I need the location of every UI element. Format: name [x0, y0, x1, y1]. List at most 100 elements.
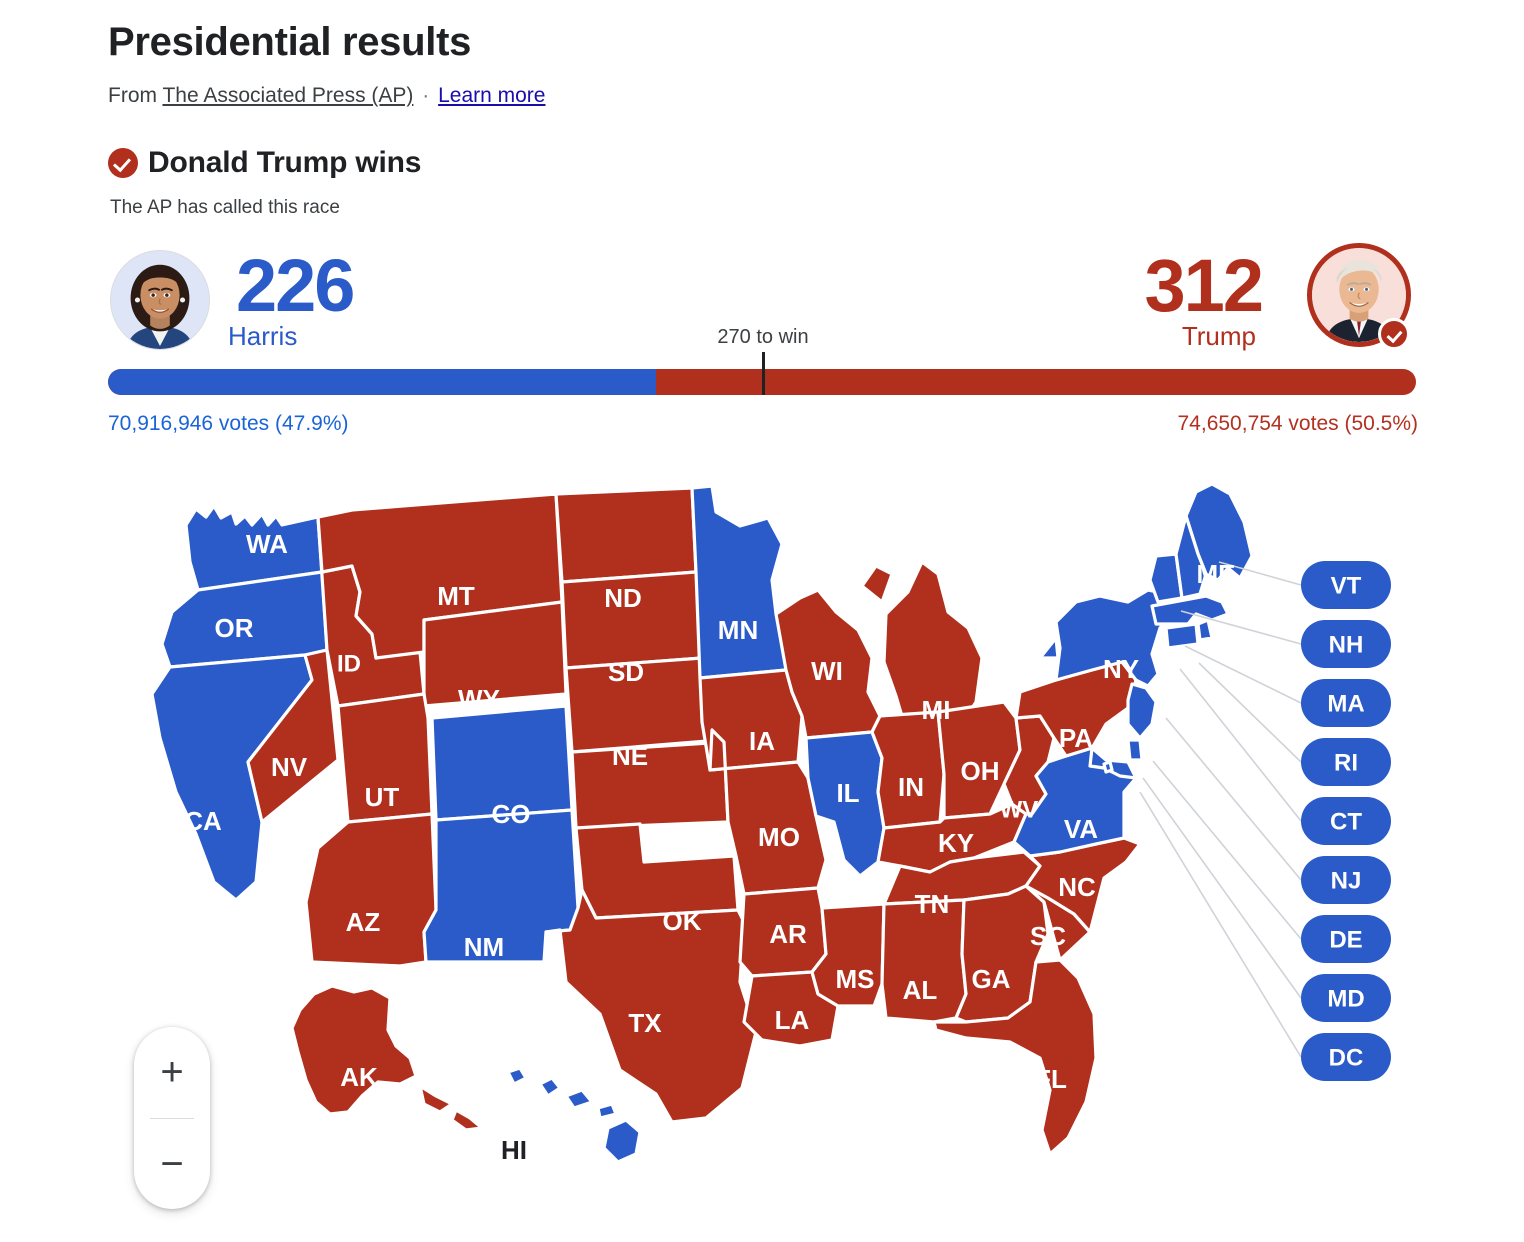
- map-state-label-id: ID: [337, 650, 361, 677]
- results-map[interactable]: WA OR CA NV ID MT WY UT AZ CO NM ND SD NE KS OK TX MN IA MO…: [0, 462, 1524, 1242]
- map-state-label-ia: IA: [749, 726, 775, 756]
- electoral-bar-harris-segment: [108, 369, 656, 395]
- map-state-label-pa: PA: [1059, 723, 1093, 753]
- map-state-label-hi: HI: [501, 1135, 527, 1165]
- map-state-label-ne: NE: [612, 741, 648, 771]
- source-prefix: From: [108, 84, 157, 107]
- source-link[interactable]: The Associated Press (AP): [162, 84, 413, 107]
- callout-pill-label-dc: DC: [1329, 1045, 1364, 1072]
- map-state-label-nc: NC: [1058, 872, 1096, 902]
- map-callout-md[interactable]: MD: [1301, 974, 1391, 1022]
- map-state-label-al: AL: [903, 975, 938, 1005]
- map-state-label-nv: NV: [271, 752, 308, 782]
- winner-headline: Donald Trump wins: [148, 146, 422, 179]
- map-state-mn[interactable]: [690, 484, 792, 680]
- map-state-label-in: IN: [898, 772, 924, 802]
- map-callout-dc[interactable]: DC: [1301, 1033, 1391, 1081]
- map-state-label-az: AZ: [346, 907, 381, 937]
- map-state-label-mo: MO: [758, 822, 800, 852]
- trump-electoral-votes: 312: [1144, 244, 1264, 327]
- map-state-label-ky: KY: [938, 828, 974, 858]
- callout-pill-label-md: MD: [1327, 986, 1364, 1013]
- callout-pill-label-ri: RI: [1334, 750, 1358, 777]
- map-state-nj[interactable]: [1126, 682, 1158, 740]
- map-state-in[interactable]: [870, 710, 946, 830]
- map-state-label-ak: AK: [340, 1062, 378, 1092]
- us-map-svg[interactable]: WA OR CA NV ID MT WY UT AZ CO NM ND SD NE KS OK TX MN IA MO…: [0, 462, 1524, 1242]
- callout-pill-label-ct: CT: [1330, 809, 1362, 836]
- trump-popular-votes: 74,650,754 votes (50.5%): [1177, 412, 1419, 435]
- callout-pill-label-nh: NH: [1329, 632, 1364, 659]
- map-state-label-ok: OK: [663, 906, 702, 936]
- map-state-label-wa: WA: [246, 529, 288, 559]
- map-state-label-oh: OH: [961, 756, 1000, 786]
- map-callout-ct[interactable]: CT: [1301, 797, 1391, 845]
- plus-icon[interactable]: +: [134, 1043, 210, 1101]
- map-state-ks[interactable]: [570, 740, 730, 830]
- map-state-label-wv: WV: [1000, 796, 1039, 823]
- race-called-text: The AP has called this race: [110, 197, 340, 218]
- callout-pill-label-vt: VT: [1331, 573, 1362, 600]
- trump-name: Trump: [1181, 321, 1256, 351]
- harris-name: Harris: [228, 321, 298, 351]
- callout-pill-label-de: DE: [1329, 927, 1362, 954]
- winner-banner: Donald Trump wins: [108, 146, 421, 180]
- map-callout-nj[interactable]: NJ: [1301, 856, 1391, 904]
- map-state-label-wy: WY: [458, 684, 500, 714]
- map-state-ri[interactable]: [1196, 618, 1214, 642]
- map-state-nd[interactable]: [554, 486, 698, 584]
- map-state-tx[interactable]: [544, 888, 758, 1124]
- map-state-ak[interactable]: [290, 984, 484, 1132]
- source-line: From The Associated Press (AP) · Learn m…: [108, 82, 545, 110]
- page-title: Presidential results: [108, 20, 472, 64]
- check-badge-icon: [1378, 318, 1410, 350]
- map-callout-ri[interactable]: RI: [1301, 738, 1391, 786]
- map-state-hi[interactable]: [506, 1066, 642, 1164]
- map-state-label-sd: SD: [608, 657, 644, 687]
- threshold-label: 270 to win: [717, 326, 809, 348]
- map-callout-vt[interactable]: VT: [1301, 561, 1391, 609]
- callout-leader-line-md: [1142, 777, 1302, 999]
- threshold-tick: [762, 352, 765, 395]
- zoom-divider: [150, 1117, 194, 1119]
- map-state-label-tn: TN: [915, 889, 950, 919]
- map-state-az[interactable]: [304, 812, 438, 968]
- callout-pill-label-nj: NJ: [1331, 868, 1362, 895]
- map-callout-ma[interactable]: MA: [1301, 679, 1391, 727]
- map-state-label-ar: AR: [769, 919, 807, 949]
- map-state-label-ga: GA: [972, 964, 1011, 994]
- map-state-label-tx: TX: [628, 1008, 662, 1038]
- map-state-dc[interactable]: [1102, 760, 1114, 774]
- separator-dot: ·: [422, 84, 430, 107]
- map-callout-de[interactable]: DE: [1301, 915, 1391, 963]
- callout-leader-line-dc: [1139, 791, 1302, 1058]
- map-state-label-ms: MS: [836, 964, 875, 994]
- map-state-label-ny: NY: [1103, 654, 1139, 684]
- map-state-label-ks: KS: [639, 822, 675, 852]
- avatar-harris: [110, 250, 210, 350]
- map-zoom-control[interactable]: + −: [134, 1027, 210, 1209]
- map-state-label-ca: CA: [184, 806, 222, 836]
- map-state-de[interactable]: [1126, 738, 1144, 762]
- map-state-label-wi: WI: [811, 656, 843, 686]
- map-callout-nh[interactable]: NH: [1301, 620, 1391, 668]
- minus-icon[interactable]: −: [134, 1135, 210, 1193]
- callout-leader-line-ma: [1184, 645, 1302, 704]
- map-state-label-mi: MI: [922, 695, 951, 725]
- map-state-label-fl: FL: [1035, 1064, 1067, 1094]
- map-state-label-il: IL: [836, 778, 859, 808]
- map-state-ct[interactable]: [1164, 622, 1200, 650]
- map-state-label-mn: MN: [718, 615, 758, 645]
- map-state-label-ut: UT: [365, 782, 400, 812]
- map-state-label-mt: MT: [437, 581, 475, 611]
- map-state-label-nm: NM: [464, 932, 504, 962]
- map-state-label-va: VA: [1064, 814, 1098, 844]
- learn-more-link[interactable]: Learn more: [438, 84, 545, 107]
- map-state-label-sc: SC: [1030, 921, 1066, 951]
- check-circle-icon: [108, 148, 138, 178]
- harris-popular-votes: 70,916,946 votes (47.9%): [108, 412, 349, 435]
- callout-pill-label-ma: MA: [1327, 691, 1364, 718]
- map-state-label-nd: ND: [604, 583, 642, 613]
- map-state-label-or: OR: [215, 613, 254, 643]
- map-state-label-la: LA: [775, 1005, 810, 1035]
